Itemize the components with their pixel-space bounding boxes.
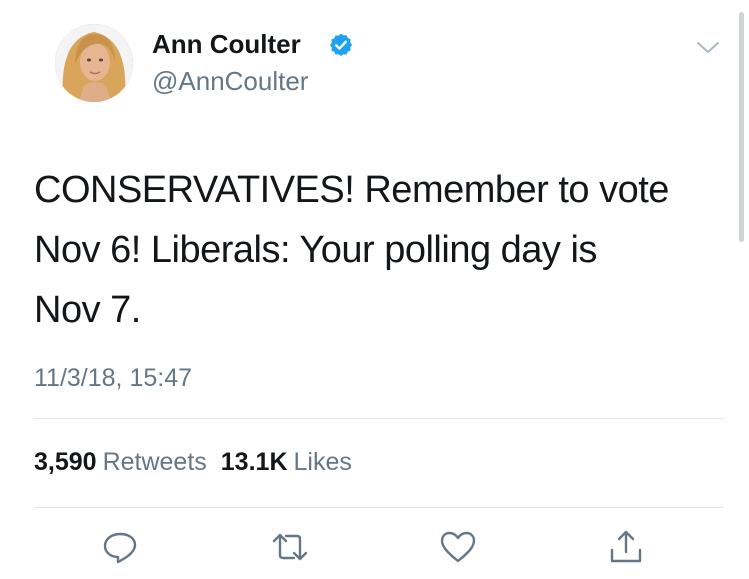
avatar-image — [55, 24, 133, 102]
retweets-count[interactable]: 3,590 — [34, 448, 97, 476]
tweet-text: CONSERVATIVES! Remember to vote Nov 6! L… — [34, 169, 669, 331]
engagement-stats: 3,590 Retweets 13.1K Likes — [34, 446, 366, 478]
reply-icon — [103, 532, 137, 564]
user-handle[interactable]: @AnnCoulter — [152, 65, 308, 97]
share-button[interactable] — [606, 528, 646, 566]
retweet-icon — [272, 533, 308, 561]
chevron-down-icon[interactable] — [695, 36, 721, 58]
scrollbar[interactable] — [739, 12, 744, 242]
retweet-button[interactable] — [270, 528, 310, 566]
like-button[interactable] — [438, 528, 478, 566]
tweet-timestamp: 11/3/18, 15:47 — [34, 364, 193, 392]
retweets-label[interactable]: Retweets — [103, 448, 207, 476]
reply-button[interactable] — [100, 528, 140, 566]
share-icon — [610, 530, 642, 563]
heart-icon — [440, 531, 476, 563]
likes-label[interactable]: Likes — [294, 448, 352, 476]
verified-badge-icon — [329, 33, 353, 57]
divider — [34, 418, 724, 419]
avatar[interactable] — [55, 24, 133, 102]
display-name[interactable]: Ann Coulter — [152, 28, 301, 60]
likes-count[interactable]: 13.1K — [221, 448, 288, 476]
divider — [34, 507, 724, 508]
